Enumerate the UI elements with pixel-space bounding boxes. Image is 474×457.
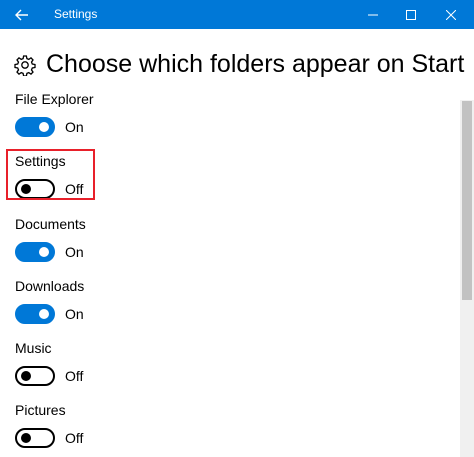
toggle-state-label: Off	[65, 430, 84, 446]
close-icon	[446, 9, 456, 20]
title-bar: Settings	[0, 0, 474, 29]
file-explorer-toggle[interactable]	[15, 117, 55, 137]
gear-icon	[14, 55, 36, 76]
back-arrow-icon	[15, 9, 28, 20]
toggle-row: On	[15, 242, 215, 264]
toggle-state-label: Off	[65, 368, 84, 384]
setting-label: Downloads	[15, 278, 85, 294]
back-button[interactable]	[0, 0, 44, 29]
minimize-icon	[368, 14, 378, 15]
toggle-knob	[39, 309, 49, 319]
music-toggle[interactable]	[15, 366, 55, 386]
setting-pictures: Pictures Off	[15, 401, 215, 450]
setting-label: File Explorer	[15, 91, 94, 107]
toggle-state-label: On	[65, 306, 84, 322]
highlight-box	[6, 149, 95, 200]
scrollbar-thumb[interactable]	[462, 101, 472, 300]
toggle-row: On	[15, 304, 215, 326]
setting-music: Music Off	[15, 339, 215, 388]
setting-downloads: Downloads On	[15, 277, 215, 326]
page-title: Choose which folders appear on Start	[46, 50, 465, 78]
toggle-row: On	[15, 117, 215, 139]
setting-documents: Documents On	[15, 215, 215, 264]
setting-label: Pictures	[15, 402, 66, 418]
toggle-row: Off	[15, 428, 215, 450]
setting-label: Music	[15, 340, 52, 356]
pictures-toggle[interactable]	[15, 428, 55, 448]
toggle-row: Off	[15, 366, 215, 388]
setting-file-explorer: File Explorer On	[15, 90, 215, 139]
close-button[interactable]	[428, 0, 474, 29]
documents-toggle[interactable]	[15, 242, 55, 262]
toggle-knob	[21, 371, 31, 381]
toggle-knob	[21, 433, 31, 443]
toggle-knob	[39, 122, 49, 132]
toggle-state-label: On	[65, 119, 84, 135]
maximize-icon	[406, 9, 416, 20]
toggle-state-label: On	[65, 244, 84, 260]
toggle-knob	[39, 247, 49, 257]
window-title: Settings	[54, 7, 98, 21]
downloads-toggle[interactable]	[15, 304, 55, 324]
setting-label: Documents	[15, 216, 86, 232]
